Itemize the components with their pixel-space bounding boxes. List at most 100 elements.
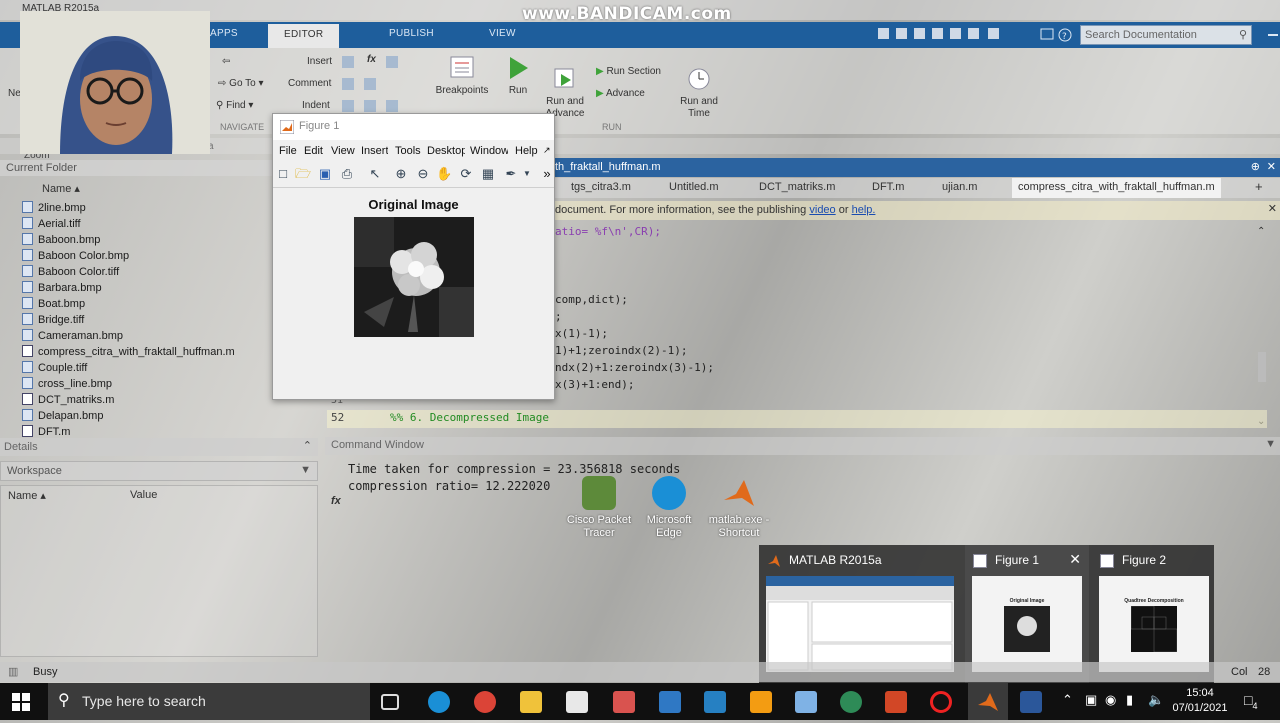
list-item[interactable]: Bridge.tiff [22,313,84,326]
language-globe-icon[interactable]: ◉ [1105,692,1116,708]
brush-icon[interactable]: ✒ [503,166,519,182]
tab-untitled[interactable]: Untitled.m [669,181,719,193]
file-explorer-icon[interactable] [520,691,542,713]
zoom-out-icon[interactable]: ⊖ [415,166,431,182]
tab-dct-matriks[interactable]: DCT_matriks.m [759,181,835,193]
details-panel-header[interactable]: Details ⌃ [0,438,318,456]
tab-compress-citra[interactable]: compress_citra_with_fraktall_huffman.m [1012,178,1221,198]
breakpoints-button[interactable]: Breakpoints [430,54,494,96]
close-preview-icon[interactable]: ✕ [1069,551,1081,568]
edge-taskbar-icon[interactable] [428,691,450,713]
list-item[interactable]: Baboon.bmp [22,233,100,246]
command-window-actions-icon[interactable]: ▼ [1265,438,1276,450]
tab-ujian[interactable]: ujian.m [942,181,977,193]
data-cursor-icon[interactable]: ▦ [480,166,496,182]
zoom-in-icon[interactable]: ⊕ [393,166,409,182]
close-icon[interactable]: ✕ [1267,160,1276,173]
workspace-name-column[interactable]: Name ▴ [8,489,46,502]
minimize-ribbon-icon[interactable] [1266,28,1280,42]
powerpoint-icon[interactable] [885,691,907,713]
menu-help[interactable]: Help [515,145,538,157]
menu-file[interactable]: File [279,145,297,157]
toolbar-overflow-icon[interactable]: » [539,166,555,182]
workspace-value-column[interactable]: Value [130,489,157,501]
quick-access-toolbar[interactable] [876,26,1016,42]
matlab-taskbar-button[interactable] [968,683,1008,720]
run-button[interactable]: Run [500,54,536,96]
back-arrow-icon[interactable]: ⇦ [222,56,230,67]
rotate-3d-icon[interactable]: ⟳ [458,166,474,182]
list-item[interactable]: DCT_matriks.m [22,393,114,406]
code-line[interactable]: x(1)-1); [555,327,608,340]
list-item[interactable]: cross_line.bmp [22,377,112,390]
menu-view[interactable]: View [331,145,355,157]
tab-publish[interactable]: PUBLISH [389,28,434,39]
tray-device-icon[interactable]: ▣ [1085,692,1097,708]
menu-desktop[interactable]: Desktop [427,145,465,157]
code-line[interactable]: comp,dict); [555,293,628,306]
code-line[interactable]: 1)+1;zeroindx(2)-1); [555,344,687,357]
goto-button[interactable]: ⇨ Go To ▾ [218,78,263,89]
3d-cube-icon[interactable] [795,691,817,713]
code-line[interactable]: ndx(2)+1:zeroindx(3)-1); [555,361,714,374]
tray-chevron-icon[interactable]: ⌃ [1062,692,1073,708]
chevron-up-icon[interactable]: ⌃ [303,439,312,452]
list-item[interactable]: Baboon Color.tiff [22,265,119,278]
list-item[interactable]: Baboon Color.bmp [22,249,129,262]
tab-dft[interactable]: DFT.m [872,181,904,193]
advance-button[interactable]: ▶ Advance [596,88,645,99]
taskbar-search-box[interactable]: ⚲ Type here to search [48,683,370,720]
code-line[interactable]: atio= %f\n',CR); [555,225,661,238]
list-item[interactable]: DFT.m [22,425,70,438]
menu-window[interactable]: Window [470,145,508,157]
run-section-button[interactable]: ▶ Run Section [596,66,661,77]
list-item[interactable]: Cameraman.bmp [22,329,123,342]
comment-button[interactable]: Comment [288,78,331,89]
list-item[interactable]: compress_citra_with_fraktall_huffman.m [22,345,235,358]
green-app-icon[interactable] [840,691,862,713]
vscode-icon[interactable] [704,691,726,713]
print-icon[interactable]: ⎙ [339,166,355,182]
list-item[interactable]: Delapan.bmp [22,409,103,422]
workspace-actions-icon[interactable]: ▼ [300,464,311,476]
code-comment[interactable]: %% 6. Decompressed Image [390,411,549,424]
windows-start-icon[interactable] [12,693,30,711]
list-item[interactable]: 2line.bmp [22,201,86,214]
taskbar-clock[interactable]: 15:04 07/01/2021 [1170,686,1230,716]
save-icon[interactable]: ▣ [317,166,333,182]
figure-titlebar[interactable]: Figure 1 [273,114,554,140]
search-documentation-input[interactable]: Search Documentation ⚲ [1080,25,1252,45]
gift-app-icon[interactable] [613,691,635,713]
desktop-icon-cisco[interactable]: Cisco Packet Tracer [564,476,634,540]
list-item[interactable]: Aerial.tiff [22,217,81,230]
close-info-icon[interactable]: ✕ [1268,202,1277,215]
desktop-icon-edge[interactable]: Microsoft Edge [634,476,704,540]
menu-tools[interactable]: Tools [395,145,421,157]
battery-icon[interactable]: ▮ [1126,692,1133,708]
code-line[interactable]: ; [555,310,562,323]
editor-scrollbar[interactable]: ⌃⌄ [1256,222,1268,427]
mail-icon[interactable] [659,691,681,713]
edit-plot-pointer-icon[interactable]: ↖ [367,166,383,182]
help-icon[interactable]: ? [1040,27,1074,46]
store-icon[interactable] [566,691,588,713]
sublime-icon[interactable] [750,691,772,713]
new-figure-icon[interactable]: □ [275,166,291,182]
record-icon[interactable] [930,691,952,713]
command-prompt[interactable]: fx [331,495,341,507]
tab-editor[interactable]: EDITOR [268,24,340,48]
menu-edit[interactable]: Edit [304,145,323,157]
volume-icon[interactable]: 🔈 [1148,692,1164,708]
editor-options-icon[interactable]: ⊕ [1251,160,1260,173]
list-item[interactable]: Barbara.bmp [22,281,102,294]
video-link[interactable]: video [809,204,835,216]
word-icon[interactable] [1020,691,1042,713]
run-and-time-button[interactable]: Run and Time [676,54,722,132]
notification-icon[interactable]: □4 [1244,692,1257,711]
task-view-icon[interactable] [381,694,399,710]
find-button[interactable]: ⚲ Find ▾ [216,100,253,111]
pan-icon[interactable]: ✋ [436,166,452,182]
menu-overflow-icon[interactable]: ↗ [543,145,551,156]
tab-tgs-citra3[interactable]: tgs_citra3.m [571,181,631,193]
open-file-icon[interactable]: 🗁 [295,166,311,182]
